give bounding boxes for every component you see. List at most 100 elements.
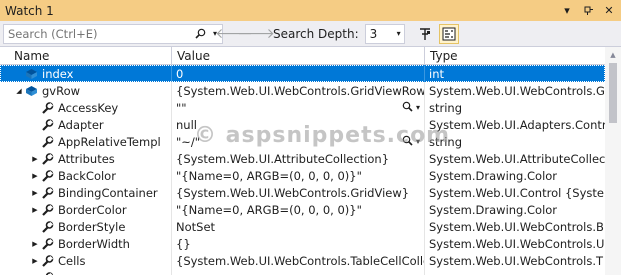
- expand-arrow-icon[interactable]: ▶: [30, 257, 40, 265]
- name-cell: ▶: [0, 269, 172, 275]
- name-cell: BorderStyle: [0, 218, 172, 235]
- row-name: BorderStyle: [58, 219, 126, 234]
- scroll-up-arrow-icon[interactable]: ▲: [605, 47, 621, 63]
- type-cell: System.Web.UI.AttributeCollec: [425, 150, 605, 167]
- expand-arrow-icon[interactable]: ▶: [30, 155, 40, 163]
- value-cell[interactable]: {}: [172, 235, 425, 252]
- row-type: System.Web.UI.WebControls.G: [429, 83, 605, 98]
- chevron-down-icon: ▾: [396, 29, 401, 38]
- watch-row[interactable]: ▶ Attributes {System.Web.UI.AttributeColle…: [0, 150, 605, 167]
- chevron-down-icon: ▾: [415, 103, 420, 112]
- column-header-name[interactable]: Name: [0, 47, 172, 64]
- expand-arrow-icon[interactable]: ▶: [30, 240, 40, 248]
- search-next-arrow-icon[interactable]: 🡒: [237, 25, 275, 42]
- value-cell[interactable]: {System.Web.UI.AttributeCollection}: [172, 150, 425, 167]
- expand-arrow-icon[interactable]: ▶: [30, 206, 40, 214]
- value-cell[interactable]: "{Name=0, ARGB=(0, 0, 0, 0)}": [172, 201, 425, 218]
- text-visualizer-button[interactable]: ▾: [402, 99, 420, 116]
- search-box[interactable]: ▾: [3, 23, 223, 44]
- column-header-type[interactable]: Type: [425, 47, 605, 64]
- collapse-arrow-icon[interactable]: ◢: [14, 87, 24, 95]
- watch-row[interactable]: ▶ BorderColor "{Name=0, ARGB=(0, 0, 0, 0)}…: [0, 201, 605, 218]
- watch-row[interactable]: AccessKey "" ▾ string: [0, 99, 605, 116]
- watch-grid: Name Value Type index 0 int ◢ gvRow {System.W…: [0, 47, 621, 275]
- watch-row[interactable]: ▶ BackColor "{Name=0, ARGB=(0, 0, 0, 0)}" S…: [0, 167, 605, 184]
- search-depth-select[interactable]: 3 ▾: [364, 23, 405, 44]
- expand-arrow-icon[interactable]: ▶: [30, 189, 40, 197]
- name-cell: ▶ BackColor: [0, 167, 172, 184]
- name-cell: AccessKey: [0, 99, 172, 116]
- row-name: BindingContainer: [58, 185, 158, 200]
- chevron-down-icon: ▾: [415, 137, 420, 146]
- value-cell[interactable]: "" ▾: [172, 99, 425, 116]
- row-value: 0: [176, 66, 184, 81]
- row-name: BorderColor: [58, 202, 127, 217]
- value-cell[interactable]: {System.Web.UI.WebControls.GridViewRow}: [172, 82, 425, 99]
- watch-row[interactable]: ▶ Cells {System.Web.UI.WebControls.TableCe…: [0, 252, 605, 269]
- value-cell[interactable]: NotSet: [172, 218, 425, 235]
- row-value: {System.Web.UI.WebControls.GridViewRow}: [176, 83, 425, 98]
- property-icon: [40, 118, 54, 131]
- row-type: string: [429, 100, 463, 115]
- row-type: int: [429, 66, 444, 81]
- type-cell: System.Web.UI.WebControls.U: [425, 235, 605, 252]
- row-value: {System.Web.UI.WebControls.TableCellColl…: [176, 253, 425, 268]
- value-cell[interactable]: "~/" ▾: [172, 133, 425, 150]
- watch-toolbar: ▾ 🡐 🡒 Search Depth: 3 ▾: [0, 21, 621, 47]
- close-icon[interactable]: ✕: [600, 2, 618, 20]
- property-icon: [40, 254, 54, 267]
- scrollbar-thumb[interactable]: [609, 63, 617, 123]
- type-cell: System.Drawing.Color: [425, 167, 605, 184]
- watch-row[interactable]: Adapter null System.Web.UI.Adapters.Contr: [0, 116, 605, 133]
- value-cell[interactable]: {System.Web.UI.WebControls.GridView}: [172, 184, 425, 201]
- watch-row[interactable]: AppRelativeTempl "~/" ▾ string: [0, 133, 605, 150]
- property-icon: [40, 237, 54, 250]
- value-cell[interactable]: "{Name=0, ARGB=(0, 0, 0, 0)}": [172, 167, 425, 184]
- column-header-value[interactable]: Value: [172, 47, 425, 64]
- property-icon: [40, 203, 54, 216]
- field-icon: [24, 85, 38, 97]
- watch-row[interactable]: BorderStyle NotSet System.Web.UI.WebContro…: [0, 218, 605, 235]
- value-cell[interactable]: 0: [172, 65, 425, 82]
- property-icon: [40, 169, 54, 182]
- row-type: System.Web.UI.Control {Syste: [429, 185, 604, 200]
- field-icon: [24, 68, 38, 80]
- watch-row[interactable]: ▶ BorderWidth {} System.Web.UI.WebControls.…: [0, 235, 605, 252]
- name-cell: ▶ BindingContainer: [0, 184, 172, 201]
- row-value: {System.Web.UI.AttributeCollection}: [176, 151, 390, 166]
- row-name: Adapter: [58, 117, 104, 132]
- watch-row[interactable]: ▶ BindingContainer {System.Web.UI.WebContr…: [0, 184, 605, 201]
- value-cell[interactable]: [172, 269, 425, 275]
- property-icon: [40, 135, 54, 148]
- property-icon: [40, 152, 54, 165]
- search-depth-label: Search Depth:: [273, 26, 359, 41]
- type-cell: System.Web.UI.Control {Syste: [425, 184, 605, 201]
- hex-display-toggle-icon[interactable]: [438, 23, 459, 44]
- row-name: AccessKey: [58, 100, 119, 115]
- value-cell[interactable]: {System.Web.UI.WebControls.TableCellColl…: [172, 252, 425, 269]
- search-input[interactable]: [4, 26, 192, 41]
- expand-arrow-icon[interactable]: ▶: [30, 172, 40, 180]
- property-icon: [40, 186, 54, 199]
- row-name: index: [42, 66, 74, 81]
- row-value: {}: [176, 236, 191, 251]
- property-icon: [40, 220, 54, 233]
- watch-window-titlebar[interactable]: Watch 1 ▾ ✕: [0, 0, 621, 21]
- search-icon[interactable]: [192, 28, 208, 39]
- window-menu-dropdown-icon[interactable]: ▾: [558, 2, 576, 20]
- value-cell[interactable]: null: [172, 116, 425, 133]
- watch-row[interactable]: ▶: [0, 269, 605, 275]
- property-icon: [40, 101, 54, 114]
- name-cell: index: [0, 65, 172, 82]
- type-cell: System.Web.UI.WebControls.B: [425, 218, 605, 235]
- watch-row[interactable]: index 0 int: [0, 65, 605, 82]
- row-type: string: [429, 134, 463, 149]
- text-visualizer-button[interactable]: ▾: [402, 133, 420, 150]
- type-cell: string: [425, 99, 605, 116]
- watch-row[interactable]: ◢ gvRow {System.Web.UI.WebControls.GridVie…: [0, 82, 605, 99]
- auto-hide-pin-icon[interactable]: [579, 2, 597, 20]
- vertical-scrollbar[interactable]: ▲: [605, 47, 621, 275]
- name-cell: ▶ Cells: [0, 252, 172, 269]
- pin-to-source-icon[interactable]: [415, 24, 435, 44]
- row-type: System.Web.UI.WebControls.B: [429, 219, 604, 234]
